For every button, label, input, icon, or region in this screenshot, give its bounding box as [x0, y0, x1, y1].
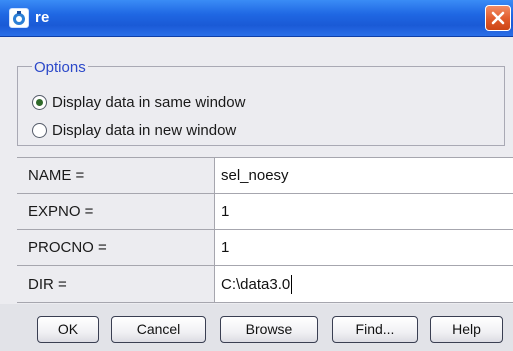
table-row-dir: DIR = C:\data3.0: [17, 266, 513, 303]
dir-label: DIR =: [28, 275, 67, 293]
radio-button-unselected[interactable]: [32, 122, 47, 138]
name-value: sel_noesy: [221, 167, 289, 184]
ok-button[interactable]: OK: [37, 316, 99, 343]
close-button[interactable]: [485, 5, 511, 31]
title-bar[interactable]: re: [0, 0, 513, 37]
procno-label: PROCNO =: [28, 239, 107, 256]
button-bar: OK Cancel Browse Find... Help: [0, 304, 513, 351]
dir-field[interactable]: C:\data3.0: [214, 266, 513, 302]
dir-value: C:\data3.0: [221, 275, 291, 293]
browse-button[interactable]: Browse: [220, 316, 318, 343]
find-button[interactable]: Find...: [332, 316, 418, 343]
table-row-procno: PROCNO = 1: [17, 230, 513, 266]
app-icon: [9, 8, 29, 28]
radio-label-new-window: Display data in new window: [52, 121, 237, 139]
window-title: re: [35, 9, 50, 26]
dialog-window: re Options Display data in same window D…: [0, 0, 513, 351]
name-label: NAME =: [28, 167, 85, 184]
radio-same-window[interactable]: Display data in same window: [32, 92, 245, 112]
expno-value: 1: [221, 203, 230, 220]
radio-label-same-window: Display data in same window: [52, 93, 246, 111]
close-icon: [491, 11, 505, 25]
parameter-table: NAME = sel_noesy EXPNO = 1 PROCNO = 1 DI…: [17, 157, 513, 303]
expno-field[interactable]: 1: [214, 194, 513, 229]
options-legend: Options: [32, 59, 88, 76]
procno-value: 1: [221, 239, 230, 256]
text-caret: [291, 274, 293, 294]
table-row-name: NAME = sel_noesy: [17, 158, 513, 194]
cancel-button[interactable]: Cancel: [111, 316, 206, 343]
help-button[interactable]: Help: [430, 316, 503, 343]
table-row-expno: EXPNO = 1: [17, 194, 513, 230]
procno-field[interactable]: 1: [214, 230, 513, 265]
radio-button-selected[interactable]: [32, 94, 47, 110]
expno-label: EXPNO =: [28, 203, 94, 220]
name-field[interactable]: sel_noesy: [214, 158, 513, 193]
radio-new-window[interactable]: Display data in new window: [32, 120, 236, 140]
